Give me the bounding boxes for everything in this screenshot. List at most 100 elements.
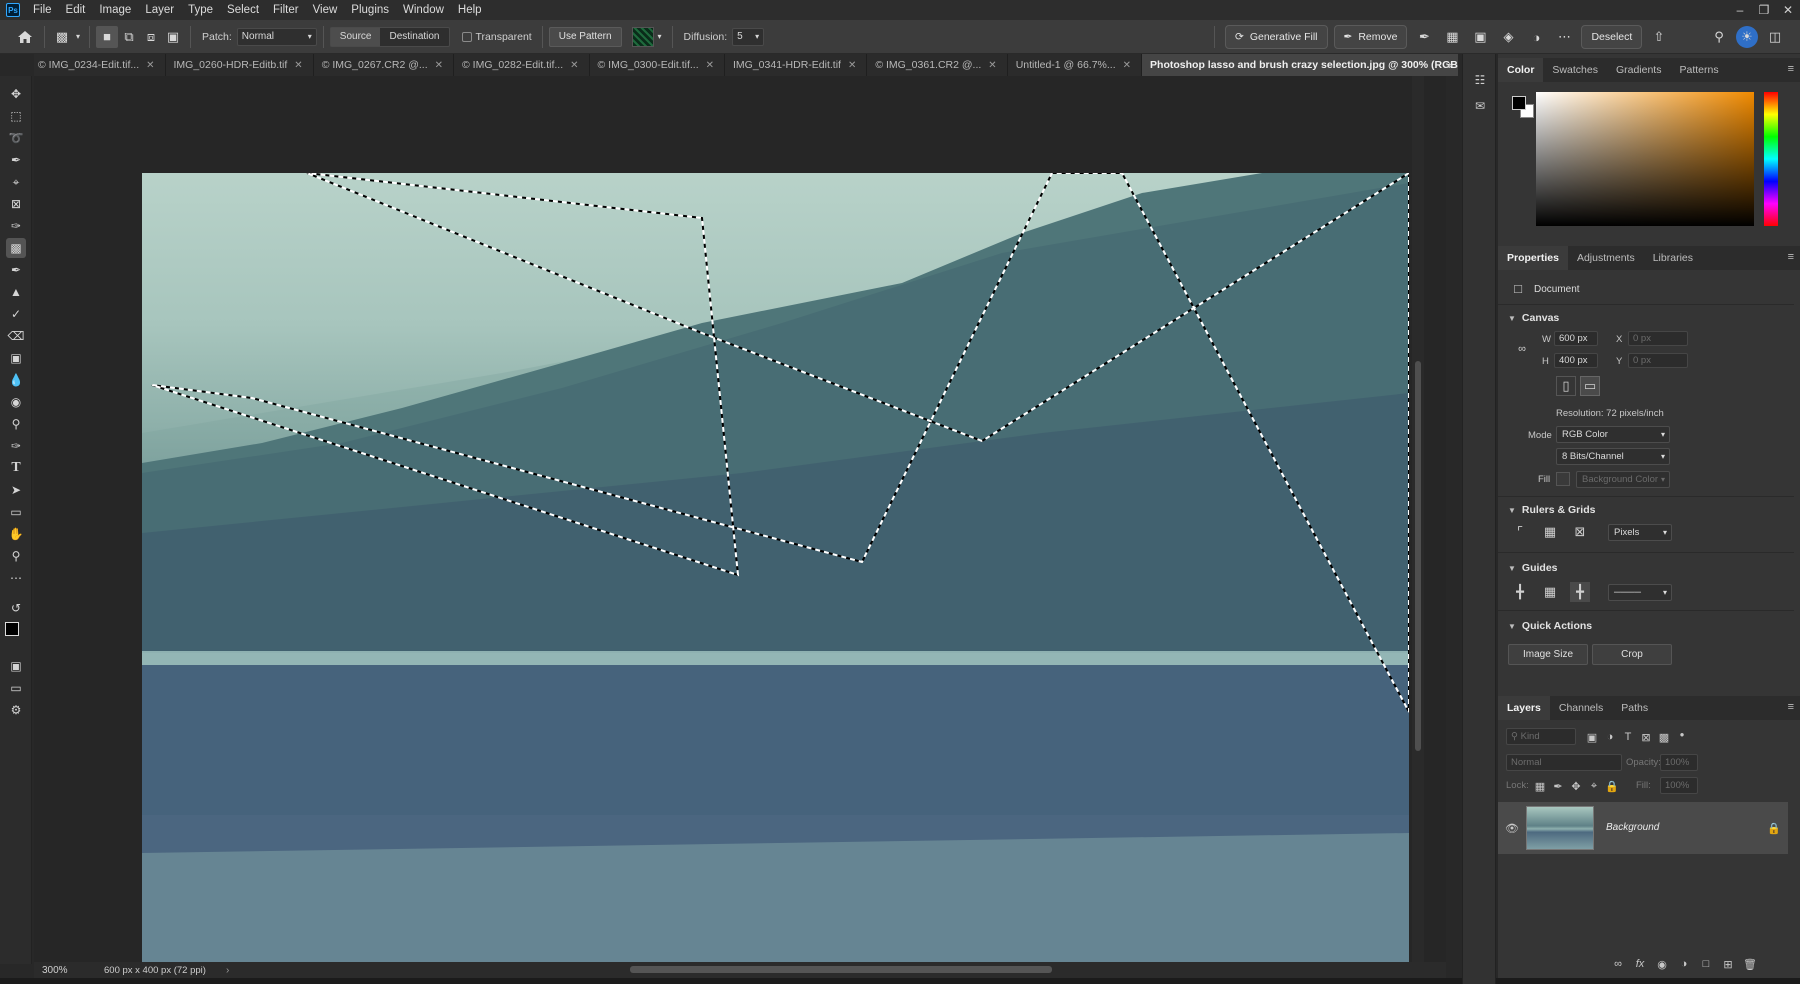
more-tools-icon[interactable]: ⋯ <box>6 568 26 588</box>
ruler-icon[interactable]: ⌜ <box>1510 522 1530 542</box>
lock-all-icon[interactable]: 🔒 <box>1604 778 1620 794</box>
move-tool-icon[interactable]: ✥ <box>6 84 26 104</box>
tab-swatches[interactable]: Swatches <box>1543 58 1607 82</box>
deselect-button[interactable]: Deselect <box>1581 25 1643 49</box>
add-mask-icon[interactable]: ◉ <box>1654 956 1670 972</box>
workspace-icon[interactable]: ◫ <box>1764 26 1786 48</box>
fill-color-swatch[interactable] <box>1556 472 1570 486</box>
panel-menu-icon[interactable]: ≡ <box>1788 63 1794 75</box>
close-icon[interactable]: ✕ <box>848 60 856 71</box>
doc-tab[interactable]: © IMG_0300-Edit.tif... ✕ <box>590 54 726 76</box>
grid-icon[interactable]: ▦ <box>1540 522 1560 542</box>
use-pattern-button[interactable]: Use Pattern <box>548 26 622 47</box>
patch-tool-icon[interactable]: ▩ <box>6 238 26 258</box>
blend-mode-select[interactable]: Normal <box>1506 754 1622 771</box>
doc-tab[interactable]: © IMG_0282-Edit.tif... ✕ <box>454 54 590 76</box>
history-icon[interactable]: ☷ <box>1470 70 1490 90</box>
menu-plugins[interactable]: Plugins <box>344 0 396 20</box>
tab-channels[interactable]: Channels <box>1550 696 1612 720</box>
eye-visibility-icon[interactable]: 👁 <box>1504 820 1520 836</box>
close-icon[interactable]: ✕ <box>706 60 714 71</box>
select-subject-icon[interactable]: ▦ <box>1441 26 1463 48</box>
lock-pixels-icon[interactable]: ✒ <box>1550 778 1566 794</box>
tab-color[interactable]: Color <box>1498 58 1544 82</box>
guides-section-header[interactable]: ▼ Guides <box>1508 562 1558 574</box>
chevron-down-icon[interactable]: ▾ <box>73 26 83 48</box>
zoom-level[interactable]: 300% <box>42 965 102 976</box>
transparent-checkbox[interactable] <box>461 31 472 42</box>
mask-icon[interactable]: ▣ <box>1469 26 1491 48</box>
transparent-option[interactable]: Transparent <box>461 31 532 43</box>
source-button[interactable]: Source <box>330 27 381 46</box>
menu-filter[interactable]: Filter <box>266 0 306 20</box>
bit-depth-select[interactable]: 8 Bits/Channel ▾ <box>1556 448 1670 465</box>
edit-toolbar-icon[interactable]: ⚙ <box>6 700 26 720</box>
tab-properties[interactable]: Properties <box>1498 246 1568 270</box>
pixel-filter-icon[interactable]: ▣ <box>1584 729 1600 745</box>
guide-icon[interactable]: ╋ <box>1510 582 1530 602</box>
tab-patterns[interactable]: Patterns <box>1670 58 1727 82</box>
tab-paths[interactable]: Paths <box>1612 696 1657 720</box>
panel-menu-icon[interactable]: ≡ <box>1788 701 1794 713</box>
rectangle-tool-icon[interactable]: ▭ <box>6 502 26 522</box>
panel-menu-icon[interactable]: ≡ <box>1788 251 1794 263</box>
doc-tab[interactable]: IMG_0341-HDR-Edit.tif ✕ <box>725 54 868 76</box>
fill-select[interactable]: Background Color ▾ <box>1576 471 1670 488</box>
image-size-button[interactable]: Image Size <box>1508 644 1588 665</box>
vertical-scrollbar[interactable] <box>1412 76 1424 964</box>
frame-tool-icon[interactable]: ⊠ <box>6 194 26 214</box>
new-layer-icon[interactable]: ⊞ <box>1720 956 1736 972</box>
shape-filter-icon[interactable]: ⊠ <box>1638 729 1654 745</box>
doc-tab[interactable]: IMG_0260-HDR-Editb.tif ✕ <box>166 54 314 76</box>
close-icon[interactable]: ✕ <box>1123 60 1131 71</box>
tab-gradients[interactable]: Gradients <box>1607 58 1671 82</box>
x-field[interactable]: 0 px <box>1628 331 1688 346</box>
menu-edit[interactable]: Edit <box>59 0 93 20</box>
lock-transparent-icon[interactable]: ▦ <box>1532 778 1548 794</box>
eyedropper-tool-icon[interactable]: ✑ <box>6 216 26 236</box>
pixel-grid-icon[interactable]: ⊠ <box>1570 522 1590 542</box>
minimize-icon[interactable]: – <box>1728 0 1752 20</box>
mode-select[interactable]: RGB Color ▾ <box>1556 426 1670 443</box>
doc-tab[interactable]: © IMG_0234-Edit.tif... ✕ <box>34 54 166 76</box>
horizontal-scrollbar[interactable] <box>248 964 1444 974</box>
canvas-section-header[interactable]: ▼ Canvas <box>1508 312 1559 324</box>
zoom-dodge-tool-icon[interactable]: ⚲ <box>6 414 26 434</box>
new-group-icon[interactable]: □ <box>1698 956 1714 972</box>
menu-type[interactable]: Type <box>181 0 220 20</box>
gradient-tool-icon[interactable]: ▣ <box>6 348 26 368</box>
tab-overflow-icon[interactable]: » <box>1440 54 1458 76</box>
smart-object-filter-icon[interactable]: ▩ <box>1656 729 1672 745</box>
modify-selection-icon[interactable]: ✒ <box>1413 26 1435 48</box>
document-image[interactable] <box>142 173 1409 984</box>
eraser-tool-icon[interactable]: ⌫ <box>6 326 26 346</box>
units-select[interactable]: Pixels ▾ <box>1608 524 1672 541</box>
restore-icon[interactable]: ❐ <box>1752 0 1776 20</box>
menu-help[interactable]: Help <box>451 0 489 20</box>
doc-tab[interactable]: © IMG_0361.CR2 @... ✕ <box>867 54 1008 76</box>
history-brush-tool-icon[interactable]: ✓ <box>6 304 26 324</box>
quick-selection-tool-icon[interactable]: ✒ <box>6 150 26 170</box>
comments-icon[interactable]: ✉ <box>1470 96 1490 116</box>
link-icon[interactable]: ∞ <box>1512 339 1532 359</box>
scroll-thumb[interactable] <box>1415 361 1421 751</box>
subtract-from-selection-icon[interactable]: ⧈ <box>140 26 162 48</box>
layer-filter-field[interactable]: ⚲ Kind <box>1506 728 1576 745</box>
guide-layout-icon[interactable]: ▦ <box>1540 582 1560 602</box>
brush-tool-icon[interactable]: ✒ <box>6 260 26 280</box>
opacity-field[interactable]: 100% <box>1660 754 1698 771</box>
crop-tool-icon[interactable]: ⌖ <box>6 172 26 192</box>
layer-fill-field[interactable]: 100% <box>1660 777 1698 794</box>
doc-tab-active[interactable]: Photoshop lasso and brush crazy selectio… <box>1142 54 1458 76</box>
menu-layer[interactable]: Layer <box>138 0 181 20</box>
blur-tool-icon[interactable]: 💧 <box>6 370 26 390</box>
screen-mode-icon[interactable]: ▭ <box>6 678 26 698</box>
portrait-orientation-icon[interactable]: ▯ <box>1556 376 1576 396</box>
destination-button[interactable]: Destination <box>380 28 448 46</box>
scroll-thumb[interactable] <box>630 966 1052 973</box>
diffusion-field[interactable]: 5 ▾ <box>732 27 765 46</box>
filter-toggle-icon[interactable]: ● <box>1674 726 1690 742</box>
quick-actions-section-header[interactable]: ▼ Quick Actions <box>1508 620 1592 632</box>
adjustment-icon[interactable]: ◑ <box>1525 26 1547 48</box>
color-foreground-swatch[interactable] <box>1512 96 1526 110</box>
